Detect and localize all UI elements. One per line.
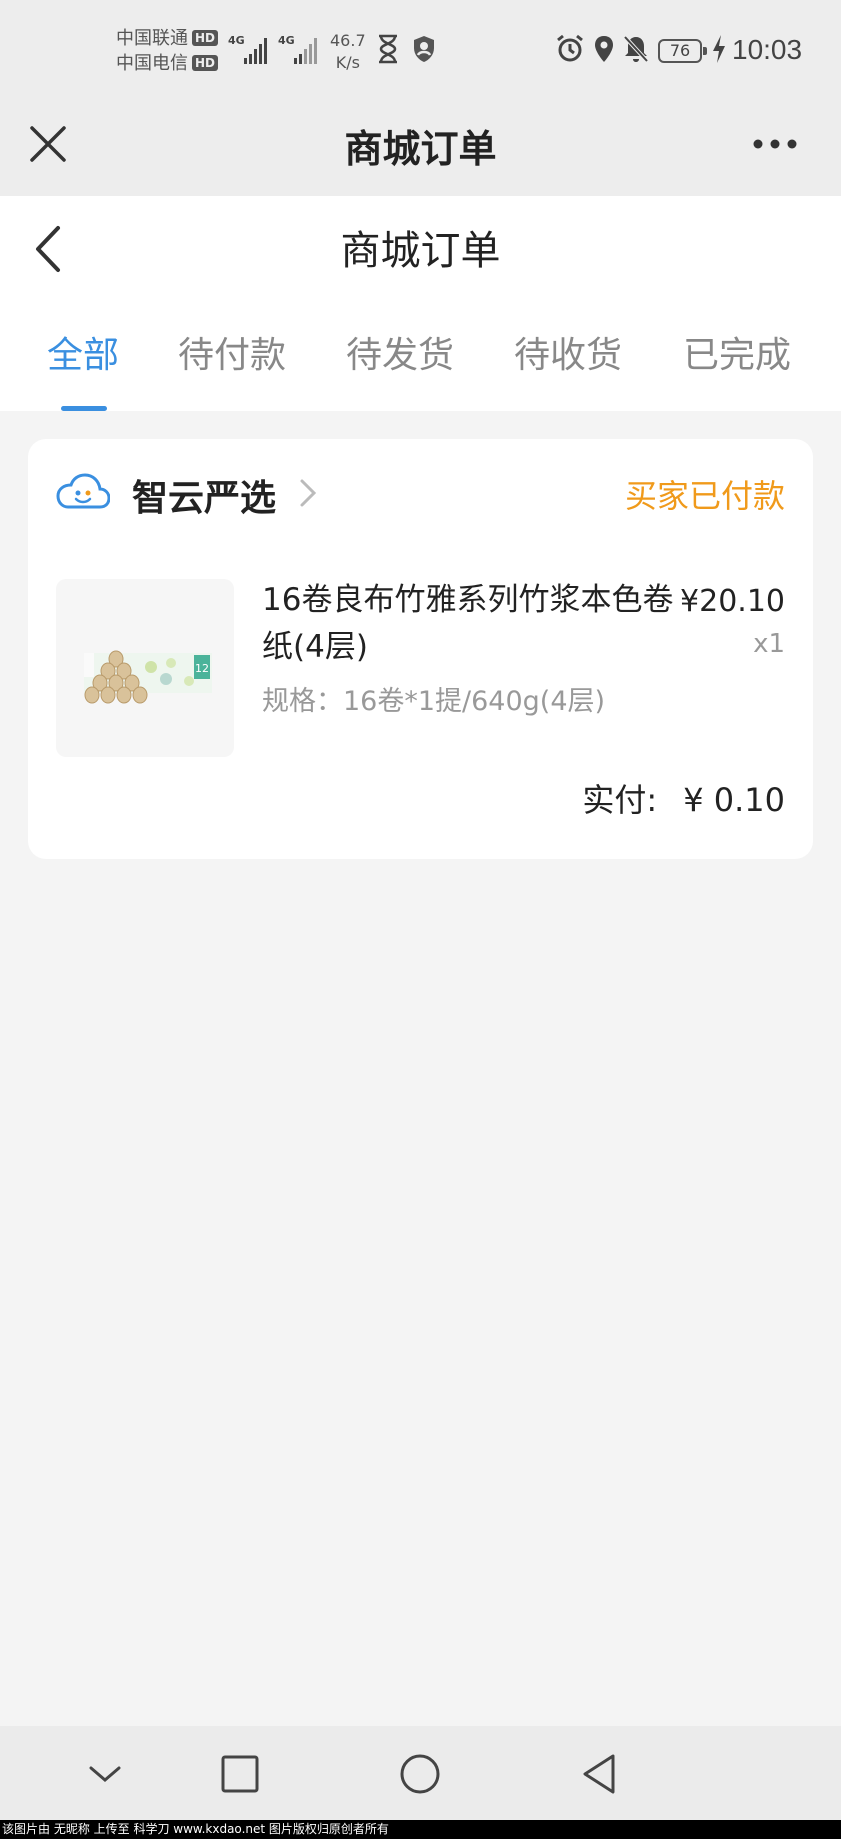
product-image[interactable]: 12	[56, 579, 234, 757]
network-type: 4G	[228, 34, 245, 47]
product-image-label: 12	[195, 662, 209, 675]
status-bar: 中国联通 HD 中国电信 HD 4G 4G 46.7 K/s 76 10:03	[0, 0, 841, 100]
cloud-logo-icon	[56, 473, 110, 509]
product-spec: 规格：16卷*1提/640g(4层)	[262, 686, 606, 717]
carrier-1: 中国联通	[116, 28, 188, 49]
product-title[interactable]: 16卷良布竹雅系列竹浆本色卷纸(4层)	[262, 577, 682, 671]
paid-amount: ¥ 0.10	[683, 781, 785, 819]
paid-total: 实付: ¥ 0.10	[582, 775, 785, 821]
system-nav-bar	[0, 1726, 841, 1820]
product-quantity: x1	[753, 629, 785, 659]
alarm-icon	[557, 34, 583, 62]
chevron-right-icon[interactable]	[298, 477, 318, 509]
order-status: 买家已付款	[624, 477, 785, 515]
toilet-paper-image: 12	[84, 650, 212, 704]
tab-pending-receipt[interactable]: 待收货	[514, 326, 622, 378]
hd-badge: HD	[192, 30, 219, 46]
shop-name[interactable]: 智云严选	[132, 469, 276, 521]
paid-label: 实付:	[582, 781, 658, 819]
tab-indicator	[61, 406, 107, 411]
mute-icon	[623, 35, 649, 63]
more-options-icon[interactable]	[752, 136, 798, 152]
miniprogram-header: 商城订单	[0, 100, 841, 196]
order-card[interactable]: 智云严选 买家已付款 12 16卷良布竹雅系列竹浆本色卷纸(4层) 规格：16卷…	[28, 439, 813, 859]
carrier-info: 中国联通 HD 中国电信 HD	[116, 26, 219, 76]
hd-badge: HD	[192, 55, 219, 71]
tab-pending-payment[interactable]: 待付款	[178, 326, 286, 378]
tab-completed[interactable]: 已完成	[683, 326, 791, 378]
tab-all[interactable]: 全部	[47, 326, 119, 378]
hourglass-icon	[379, 34, 397, 64]
page-header: 商城订单 全部 待付款 待发货 待收货 已完成	[0, 196, 841, 411]
battery-icon: 76	[658, 39, 707, 63]
shield-icon	[414, 36, 434, 62]
page-title: 商城订单	[340, 228, 501, 274]
network-speed: 46.7 K/s	[330, 31, 366, 72]
product-price: ¥20.10	[680, 584, 785, 619]
miniprogram-title: 商城订单	[344, 127, 497, 171]
chevron-down-icon[interactable]	[79, 1748, 131, 1800]
carrier-2: 中国电信	[116, 53, 188, 74]
network-type: 4G	[278, 34, 295, 47]
order-tabs: 全部 待付款 待发货 待收货 已完成	[0, 326, 841, 411]
charging-icon	[713, 35, 725, 63]
recent-apps-icon[interactable]	[214, 1748, 266, 1800]
back-nav-icon[interactable]	[573, 1748, 625, 1800]
clock: 10:03	[732, 34, 803, 65]
signal-icon: 4G	[278, 34, 320, 64]
location-icon	[595, 36, 613, 62]
home-icon[interactable]	[394, 1748, 446, 1800]
signal-icon: 4G	[228, 34, 270, 64]
tab-pending-shipment[interactable]: 待发货	[346, 326, 454, 378]
watermark: 该图片由 无昵称 上传至 科学刀 www.kxdao.net 图片版权归原创者所…	[0, 1820, 841, 1839]
